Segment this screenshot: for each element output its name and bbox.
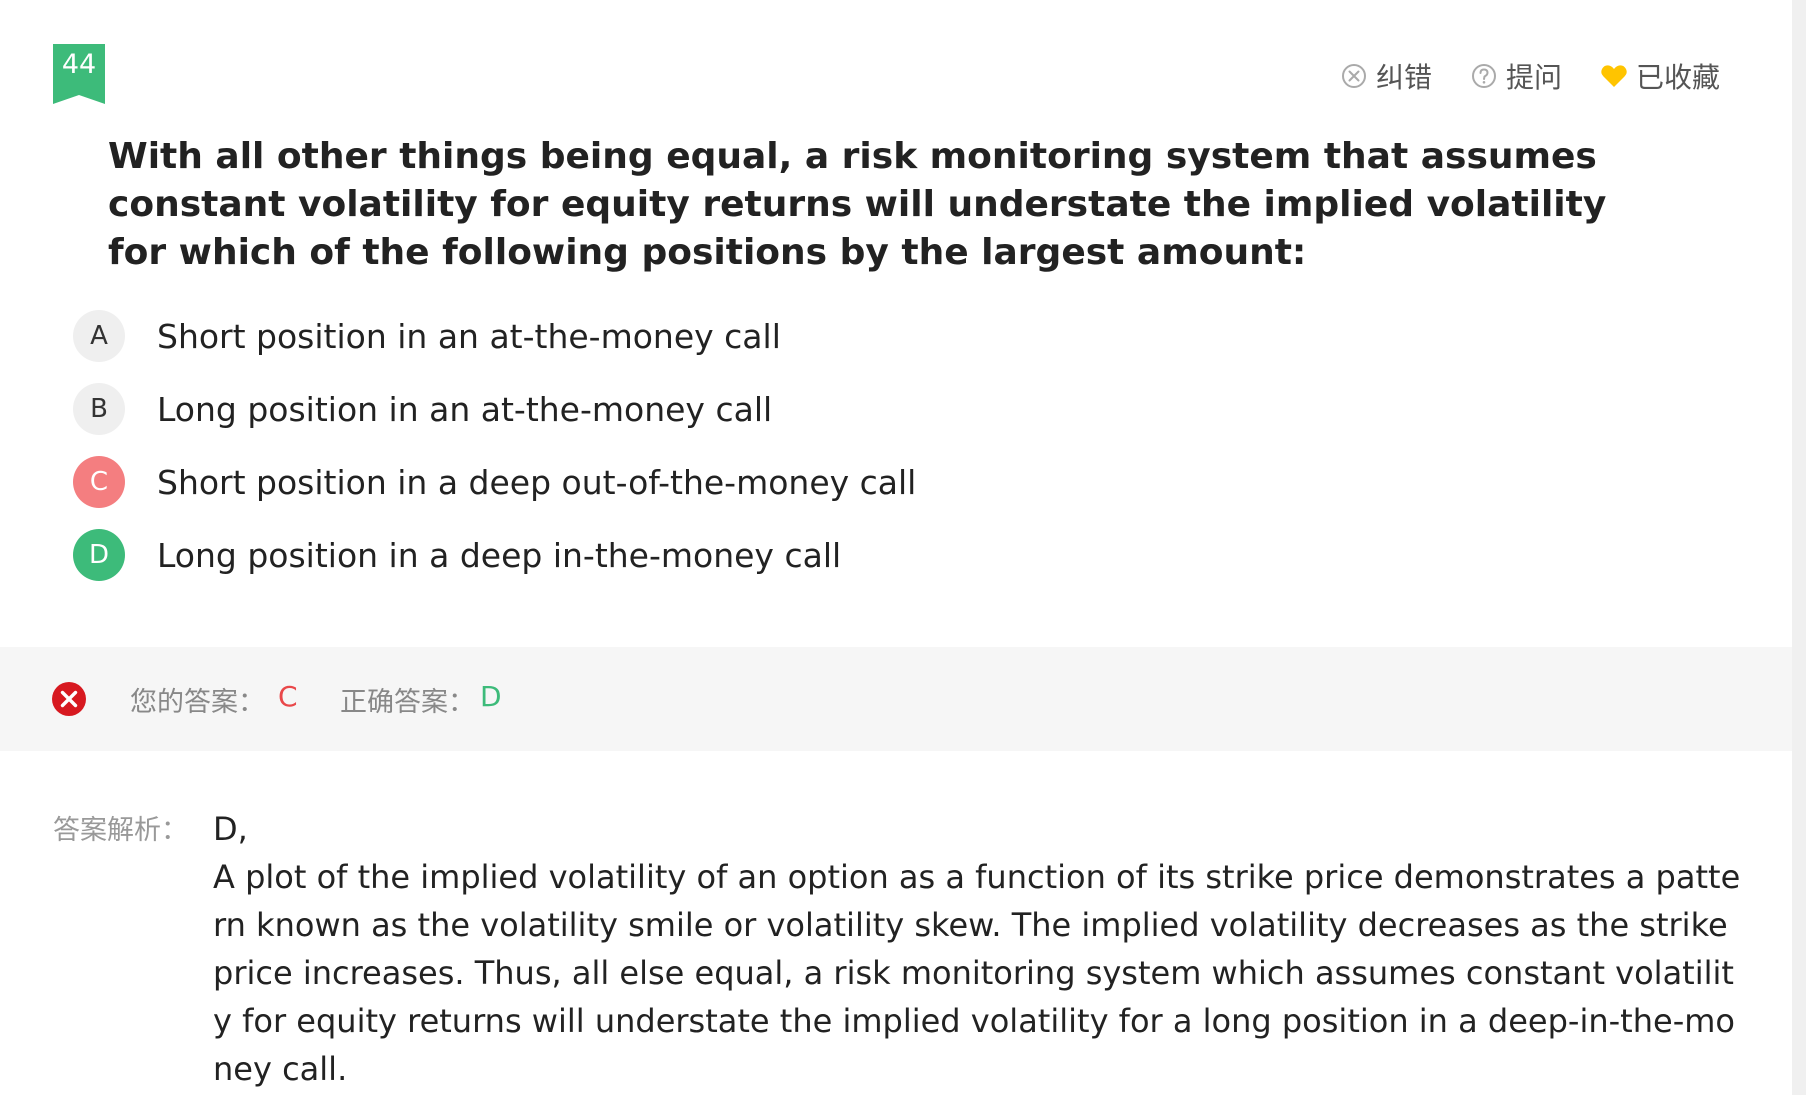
analysis-answer-line: D, — [213, 810, 248, 848]
report-error-button[interactable]: 纠错 — [1340, 56, 1432, 96]
ask-question-label: 提问 — [1505, 61, 1562, 94]
option-letter-badge: A — [73, 310, 125, 362]
question-number-badge: 44 — [53, 44, 105, 104]
option-letter-badge-selected-wrong: C — [73, 456, 125, 508]
favorite-label: 已收藏 — [1635, 61, 1720, 94]
option-c[interactable]: C Short position in a deep out-of-the-mo… — [73, 456, 916, 508]
option-text: Long position in a deep in-the-money cal… — [157, 535, 842, 575]
question-text: With all other things being equal, a ris… — [108, 136, 1607, 273]
analysis-label: 答案解析： — [53, 815, 188, 846]
option-d[interactable]: D Long position in a deep in-the-money c… — [73, 529, 841, 581]
question-actions: 纠错 提问 已收藏 — [1340, 56, 1720, 96]
error-x-icon — [51, 681, 87, 717]
option-letter-badge: B — [73, 383, 125, 435]
heart-icon — [1600, 62, 1628, 90]
analysis-body: A plot of the implied volatility of an o… — [213, 858, 1741, 1088]
favorite-button[interactable]: 已收藏 — [1600, 56, 1720, 96]
option-b[interactable]: B Long position in an at-the-money call — [73, 383, 772, 435]
option-text: Short position in a deep out-of-the-mone… — [157, 462, 917, 502]
correct-answer-label: 正确答案： — [340, 687, 475, 718]
correct-answer-value: D — [480, 680, 502, 713]
your-answer-value: C — [278, 680, 298, 713]
analysis-text: D, A plot of the implied volatility of a… — [213, 805, 1743, 1093]
your-answer-label: 您的答案： — [130, 687, 265, 718]
option-text: Short position in an at-the-money call — [157, 316, 781, 356]
circle-question-icon — [1470, 62, 1498, 90]
option-letter-badge-correct: D — [73, 529, 125, 581]
question-card: 44 纠错 提问 已收藏 With all other things being… — [0, 0, 1792, 1095]
circle-x-icon — [1340, 62, 1368, 90]
scrollbar-track[interactable] — [1792, 0, 1806, 1095]
report-error-label: 纠错 — [1375, 61, 1432, 94]
option-a[interactable]: A Short position in an at-the-money call — [73, 310, 781, 362]
answer-result-bar: 您的答案： C 正确答案： D — [0, 647, 1792, 751]
ask-question-button[interactable]: 提问 — [1470, 56, 1562, 96]
option-text: Long position in an at-the-money call — [157, 389, 773, 429]
